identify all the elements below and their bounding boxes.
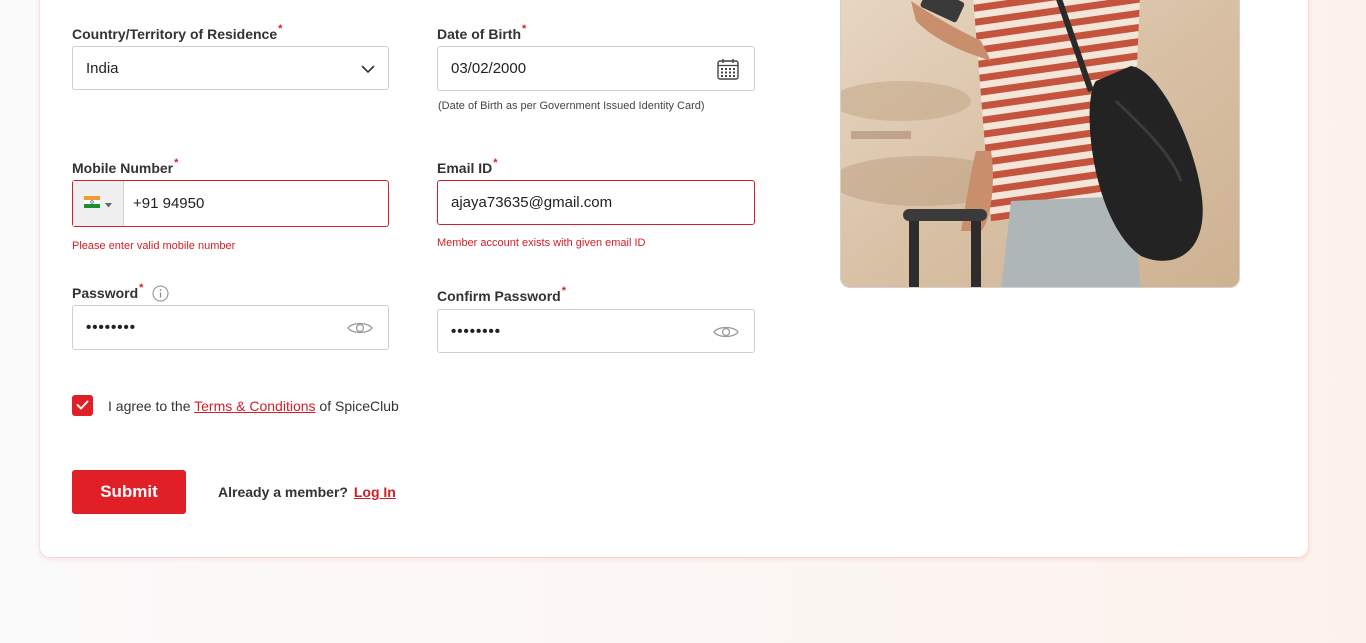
dob-help-text: (Date of Birth as per Government Issued …	[438, 100, 705, 112]
password-value: ••••••••	[86, 319, 137, 336]
country-code-selector[interactable]	[73, 181, 124, 226]
password-input[interactable]: ••••••••	[72, 305, 389, 350]
country-value: India	[86, 59, 119, 77]
mobile-input[interactable]: +91 94950	[72, 180, 389, 227]
mobile-error: Please enter valid mobile number	[72, 240, 236, 252]
india-flag-icon	[84, 195, 100, 213]
submit-button[interactable]: Submit	[72, 470, 186, 514]
checkmark-icon	[76, 397, 89, 415]
hero-traveler-image	[840, 0, 1240, 288]
member-prompt: Already a member? Log In	[218, 484, 396, 500]
confirm-password-input[interactable]: ••••••••	[437, 309, 755, 353]
terms-text: I agree to the Terms & Conditions of Spi…	[108, 398, 399, 414]
mobile-value: +91 94950	[133, 195, 205, 212]
country-label: Country/Territory of Residence*	[72, 23, 283, 42]
terms-prefix: I agree to the	[108, 398, 195, 414]
confirm-password-value: ••••••••	[451, 322, 502, 340]
dob-value: 03/02/2000	[451, 60, 527, 77]
password-label: Password*	[72, 282, 144, 301]
member-prompt-text: Already a member?	[218, 484, 348, 500]
email-value: ajaya73635@gmail.com	[451, 194, 613, 211]
email-label: Email ID*	[437, 157, 498, 176]
terms-checkbox[interactable]	[72, 395, 93, 416]
caret-down-icon	[105, 195, 112, 213]
terms-suffix: of SpiceClub	[315, 398, 399, 414]
calendar-icon[interactable]	[716, 57, 740, 81]
country-select[interactable]: India	[72, 46, 389, 90]
info-icon[interactable]	[151, 284, 169, 302]
login-link[interactable]: Log In	[354, 484, 396, 500]
confirm-password-label: Confirm Password*	[437, 285, 566, 304]
dob-input[interactable]: 03/02/2000	[437, 46, 755, 91]
eye-icon[interactable]	[346, 318, 374, 338]
eye-icon[interactable]	[712, 322, 740, 342]
mobile-label: Mobile Number*	[72, 157, 179, 176]
dob-label: Date of Birth*	[437, 23, 527, 42]
terms-link[interactable]: Terms & Conditions	[194, 398, 315, 414]
email-input[interactable]: ajaya73635@gmail.com	[437, 180, 755, 225]
email-error: Member account exists with given email I…	[437, 237, 646, 249]
chevron-down-icon	[360, 61, 376, 77]
